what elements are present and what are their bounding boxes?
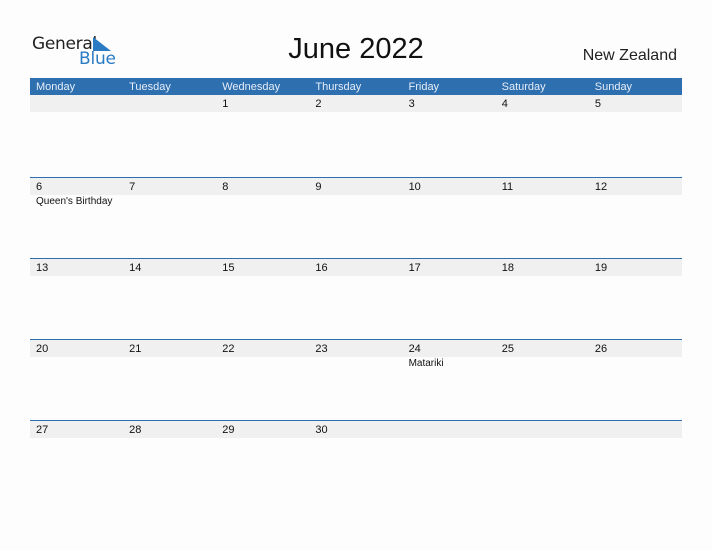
day-number: 8 [222,181,229,193]
day-cell: 16 [309,259,402,340]
day-cell: 22 [216,340,309,421]
holiday-label: Matariki [408,358,444,369]
day-cell: 9 [309,178,402,259]
weekday-saturday: Saturday [501,81,546,93]
day-cell: 28 [123,421,216,502]
day-number: 2 [315,98,322,110]
day-number: 14 [129,262,142,274]
day-cell [30,95,123,176]
day-cell: 7 [123,178,216,259]
day-cell: 19 [589,259,682,340]
day-number: 3 [408,98,415,110]
day-number: 1 [222,98,229,110]
day-cell: 27 [30,421,123,502]
day-number: 21 [129,343,142,355]
day-cell: 20 [30,340,123,421]
day-cell [123,95,216,176]
day-number: 10 [408,181,421,193]
day-cell: 26 [589,340,682,421]
day-number: 20 [36,343,49,355]
day-number: 19 [594,262,608,274]
week-row: 6 Queen's Birthday 7 8 9 10 11 12 [30,177,682,259]
day-number: 28 [129,424,142,436]
day-number: 11 [501,181,514,193]
day-cell: 1 [216,95,309,176]
day-cell: 25 [496,340,589,421]
day-number: 6 [36,181,43,193]
day-number: 27 [36,424,49,436]
day-number: 7 [129,181,136,193]
day-cell: 30 [309,421,402,502]
week-row: 20 21 22 23 24 Matariki 25 26 [30,339,682,421]
holiday-label: Queen's Birthday [36,196,113,207]
day-number: 4 [501,98,508,110]
day-cell [589,421,682,502]
day-cell: 11 [496,178,589,259]
day-cell: 23 [309,340,402,421]
day-number: 12 [594,181,608,193]
day-number: 13 [36,262,49,274]
day-number: 16 [315,262,328,274]
day-cell: 14 [123,259,216,340]
day-cell: 24 Matariki [403,340,496,421]
day-number: 22 [222,343,235,355]
day-cell: 17 [403,259,496,340]
weekday-monday: Monday [36,81,76,93]
day-cell: 5 [589,95,682,176]
day-number: 24 [408,343,421,355]
day-cell: 21 [123,340,216,421]
day-cell: 18 [496,259,589,340]
day-cell: 6 Queen's Birthday [30,178,123,259]
weekday-thursday: Thursday [315,81,362,93]
day-number: 29 [222,424,235,436]
day-cell: 13 [30,259,123,340]
day-number: 9 [315,181,322,193]
day-cell [496,421,589,502]
day-number: 25 [501,343,514,355]
week-row: 27 28 29 30 [30,420,682,502]
day-number: 23 [315,343,328,355]
weekday-wednesday: Wednesday [222,81,281,93]
day-cell: 15 [216,259,309,340]
day-number: 18 [501,262,514,274]
day-cell: 12 [589,178,682,259]
day-cell: 8 [216,178,309,259]
day-cell: 4 [496,95,589,176]
day-number: 5 [594,98,601,110]
country-label: New Zealand [582,47,677,64]
day-cell: 2 [309,95,402,176]
weekday-sunday: Sunday [594,81,633,93]
day-cell: 10 [403,178,496,259]
day-cell [403,421,496,502]
day-number: 15 [222,262,235,274]
week-row: 13 14 15 16 17 18 19 [30,258,682,340]
weekday-tuesday: Tuesday [129,81,171,93]
day-number: 17 [408,262,421,274]
day-number: 26 [594,343,608,355]
day-number: 30 [315,424,328,436]
day-cell: 29 [216,421,309,502]
day-cell: 3 [403,95,496,176]
weekday-header: Monday Tuesday Wednesday Thursday Friday… [30,78,682,95]
week-row: 1 2 3 4 5 [30,95,682,176]
weekday-friday: Friday [408,81,440,93]
